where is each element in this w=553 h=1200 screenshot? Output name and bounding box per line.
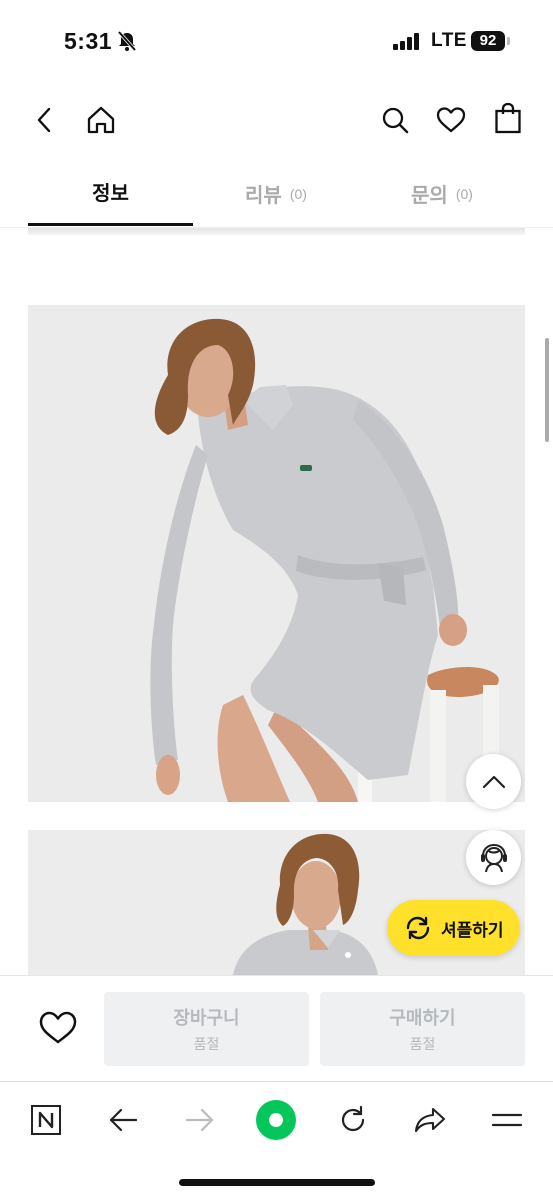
network-label: LTE bbox=[431, 30, 467, 51]
shuffle-label: 셔플하기 bbox=[441, 920, 504, 940]
tab-label: 정보 bbox=[92, 183, 129, 205]
cart-button[interactable] bbox=[488, 98, 528, 138]
top-header bbox=[0, 84, 553, 160]
menu-icon bbox=[491, 1113, 523, 1127]
signal-icon bbox=[393, 33, 419, 50]
home-icon bbox=[87, 106, 115, 134]
bell-muted-icon bbox=[117, 30, 137, 52]
add-to-cart-button[interactable]: 장바구니 품절 bbox=[104, 992, 309, 1066]
sold-out-label: 품절 bbox=[193, 1036, 220, 1052]
tab-reviews[interactable]: 리뷰 (0) bbox=[193, 160, 359, 226]
tab-count: (0) bbox=[455, 186, 473, 202]
share-icon bbox=[414, 1107, 446, 1133]
green-dot-icon bbox=[256, 1100, 296, 1140]
naver-green-button[interactable] bbox=[254, 1098, 298, 1142]
sold-out-label: 품절 bbox=[409, 1036, 436, 1052]
naver-n-icon bbox=[31, 1105, 61, 1135]
arrow-left-icon bbox=[109, 1108, 138, 1132]
browser-back-button[interactable] bbox=[101, 1098, 145, 1142]
like-button[interactable] bbox=[36, 1006, 80, 1050]
shuffle-button[interactable]: 셔플하기 bbox=[387, 900, 520, 956]
product-image bbox=[28, 305, 525, 802]
browser-forward-button[interactable] bbox=[178, 1098, 222, 1142]
heart-icon bbox=[39, 1011, 77, 1044]
shopping-bag-icon bbox=[495, 102, 521, 134]
search-button[interactable] bbox=[375, 100, 415, 140]
arrow-right-icon bbox=[185, 1108, 214, 1132]
status-bar: 5:31 LTE 92 bbox=[0, 0, 553, 84]
tab-label: 리뷰 bbox=[245, 184, 282, 207]
buy-now-button[interactable]: 구매하기 품절 bbox=[320, 992, 525, 1066]
scroll-top-button[interactable] bbox=[466, 754, 521, 809]
purchase-bar: 장바구니 품절 구매하기 품절 bbox=[0, 975, 553, 1081]
battery-icon: 92 bbox=[471, 31, 511, 51]
wishlist-button[interactable] bbox=[431, 100, 471, 140]
browser-menu-button[interactable] bbox=[485, 1098, 529, 1142]
product-tabs: 정보 리뷰 (0) 문의 (0) bbox=[0, 160, 553, 228]
share-button[interactable] bbox=[408, 1098, 452, 1142]
customer-support-button[interactable] bbox=[466, 830, 521, 885]
headset-agent-icon bbox=[480, 843, 507, 872]
tab-inquiries[interactable]: 문의 (0) bbox=[359, 160, 525, 226]
tab-count: (0) bbox=[289, 186, 307, 202]
status-time: 5:31 bbox=[64, 28, 113, 54]
cart-label: 장바구니 bbox=[173, 1008, 240, 1028]
tab-info[interactable]: 정보 bbox=[28, 160, 193, 226]
chevron-up-icon bbox=[482, 775, 505, 788]
buy-label: 구매하기 bbox=[389, 1008, 456, 1028]
refresh-arrows-icon bbox=[406, 916, 430, 940]
tab-label: 문의 bbox=[411, 184, 448, 207]
scroll-indicator[interactable] bbox=[545, 338, 549, 442]
section-divider bbox=[28, 228, 525, 235]
reload-button[interactable] bbox=[331, 1098, 375, 1142]
chevron-left-icon bbox=[37, 107, 51, 133]
battery-level: 92 bbox=[471, 31, 505, 51]
back-button[interactable] bbox=[25, 100, 65, 140]
heart-icon bbox=[436, 107, 466, 133]
home-indicator bbox=[179, 1179, 375, 1186]
naver-home-button[interactable] bbox=[24, 1098, 68, 1142]
search-icon bbox=[382, 107, 409, 134]
reload-icon bbox=[341, 1105, 365, 1132]
home-button[interactable] bbox=[81, 100, 121, 140]
